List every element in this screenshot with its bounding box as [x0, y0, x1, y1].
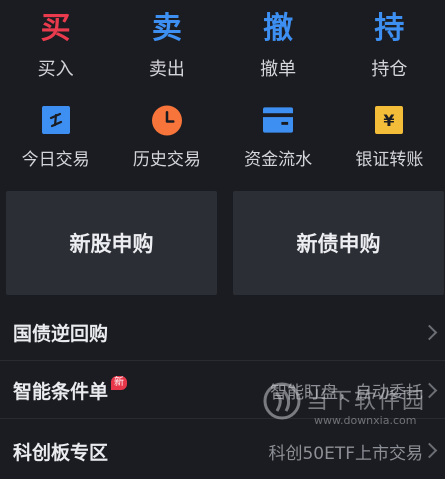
bank-transfer-label: 银证转账 — [355, 150, 424, 170]
list-item-title: 智能条件单 — [13, 381, 109, 403]
card-icon — [263, 105, 294, 135]
fund-flow-label: 资金流水 — [244, 150, 313, 170]
ipo-bond-label: 新债申购 — [296, 232, 381, 256]
bank-transfer-button[interactable]: ¥ 银证转账 — [334, 96, 445, 176]
ipo-stock-label: 新股申购 — [69, 232, 154, 256]
today-trade-icon — [41, 105, 71, 135]
positions-glyph-icon: 持 — [374, 11, 405, 46]
list-item-title: 国债逆回购 — [13, 323, 109, 345]
yuan-transfer-icon: ¥ — [374, 105, 404, 135]
ipo-bond-card[interactable]: 新债申购 — [233, 191, 444, 295]
buy-label: 买入 — [37, 59, 74, 80]
today-trades-label: 今日交易 — [21, 150, 90, 170]
list-item-subtitle: 科创50ETF上市交易 — [268, 443, 423, 464]
list-item-star-market[interactable]: 科创板专区 科创50ETF上市交易 — [0, 423, 445, 479]
record-actions: 今日交易 历史交易 资金流水 ¥ 银证转账 — [0, 96, 445, 176]
buy-button[interactable]: 买 买入 — [0, 0, 111, 92]
new-badge: 新 — [111, 375, 128, 390]
today-trades-button[interactable]: 今日交易 — [0, 96, 111, 176]
clock-icon — [151, 105, 182, 135]
list-item-smart-order[interactable]: 智能条件单 新 智能盯盘，自动委托 — [0, 363, 445, 419]
yuan-glyph: ¥ — [384, 111, 395, 130]
positions-button[interactable]: 持 持仓 — [334, 0, 445, 92]
trade-actions: 买 买入 卖 卖出 撤 撤单 持 持仓 — [0, 0, 445, 92]
fund-flow-button[interactable]: 资金流水 — [223, 96, 334, 176]
chevron-right-icon — [421, 324, 438, 340]
sell-label: 卖出 — [148, 59, 185, 80]
positions-label: 持仓 — [371, 59, 408, 80]
buy-glyph-icon: 买 — [40, 11, 71, 46]
chevron-right-icon — [421, 382, 438, 398]
cancel-order-label: 撤单 — [260, 59, 297, 80]
sell-glyph-icon: 卖 — [151, 11, 182, 46]
list-item-reverse-repo[interactable]: 国债逆回购 — [0, 305, 445, 361]
cancel-order-button[interactable]: 撤 撤单 — [223, 0, 334, 92]
history-trades-button[interactable]: 历史交易 — [111, 96, 222, 176]
sell-button[interactable]: 卖 卖出 — [111, 0, 222, 92]
history-trades-label: 历史交易 — [132, 150, 201, 170]
chevron-right-icon — [421, 442, 438, 459]
list-item-title: 科创板专区 — [13, 441, 109, 464]
cancel-glyph-icon: 撤 — [263, 11, 294, 46]
ipo-stock-card[interactable]: 新股申购 — [6, 191, 217, 295]
list-item-subtitle: 智能盯盘，自动委托 — [270, 383, 423, 403]
